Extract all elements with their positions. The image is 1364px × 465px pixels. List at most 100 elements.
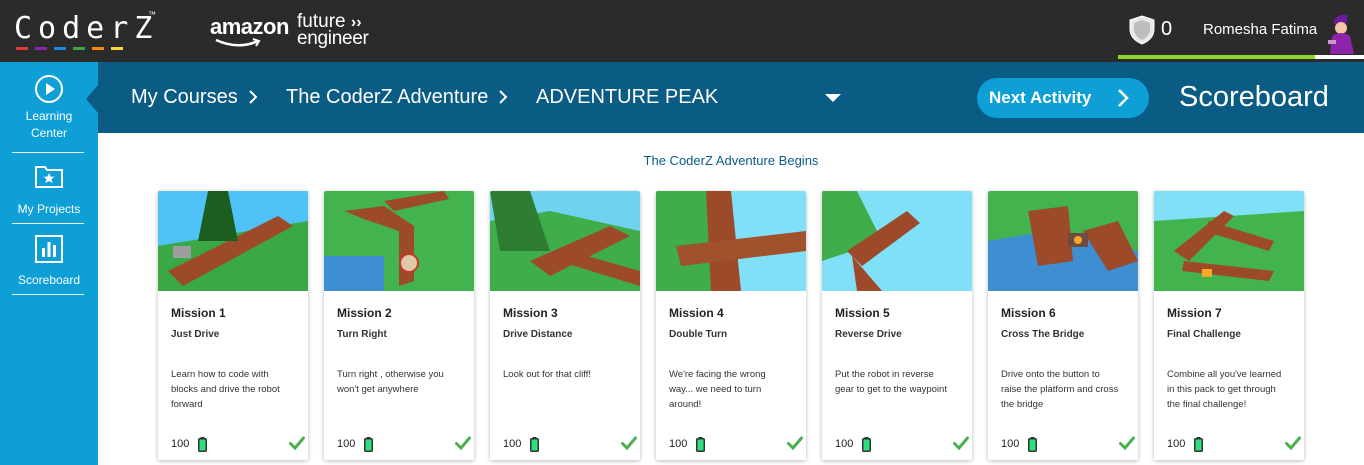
sidebar-label: My Projects xyxy=(17,202,81,216)
mission-subtitle: Double Turn xyxy=(669,329,728,340)
logo-trademark: ™ xyxy=(148,10,156,19)
mission-subtitle: Reverse Drive xyxy=(835,329,902,340)
logo-color-bars xyxy=(16,47,158,50)
mission-score: 100 xyxy=(503,438,522,450)
sidebar-divider xyxy=(12,294,84,295)
mission-thumbnail xyxy=(656,191,806,291)
top-bar: CoderZ ™ amazon future ›› engineer 0 Rom… xyxy=(0,0,1364,62)
mission-score: 100 xyxy=(1001,438,1020,450)
mission-title: Mission 1 xyxy=(171,306,226,320)
battery-icon xyxy=(364,437,373,452)
mission-title: Mission 6 xyxy=(1001,306,1056,320)
mission-card[interactable]: Mission 2 Turn Right Turn right , otherwis… xyxy=(324,191,474,460)
mission-card[interactable]: Mission 1 Just Drive Learn how to code wit… xyxy=(158,191,308,460)
breadcrumb-course[interactable]: The CoderZ Adventure xyxy=(286,86,488,109)
mission-title: Mission 3 xyxy=(503,306,558,320)
amazon-smile-icon xyxy=(215,38,261,47)
mission-description-line: Drive onto the button to xyxy=(1001,369,1100,380)
mission-description-line: Look out for that cliff! xyxy=(503,369,592,380)
mission-card[interactable]: Mission 5 Reverse Drive Put the robot in r… xyxy=(822,191,972,460)
mission-subtitle: Final Challenge xyxy=(1167,329,1241,340)
chevron-right-icon xyxy=(499,90,508,104)
sidebar-item-scoreboard[interactable]: Scoreboard xyxy=(0,234,98,289)
mission-description-line: way... we need to turn xyxy=(669,384,762,395)
battery-icon xyxy=(530,437,539,452)
mission-description: Put the robot in reverse gear to get to t… xyxy=(835,367,963,397)
battery-icon xyxy=(862,437,871,452)
active-item-notch xyxy=(86,85,98,113)
mission-card[interactable]: Mission 3 Drive Distance Look out for that… xyxy=(490,191,640,460)
amazon-wordmark: amazon xyxy=(210,14,289,39)
play-circle-icon xyxy=(35,75,63,103)
sidebar-label: Scoreboard xyxy=(17,273,81,287)
checkmark-icon xyxy=(787,436,803,450)
chevron-right-icon xyxy=(1118,89,1129,107)
mission-thumbnail xyxy=(490,191,640,291)
mission-description: Look out for that cliff! xyxy=(503,367,631,382)
checkmark-icon xyxy=(289,436,305,450)
logo-bar xyxy=(35,47,47,50)
mission-description-line: Put the robot in reverse xyxy=(835,369,934,380)
checkmark-icon xyxy=(455,436,471,450)
mission-description-line: Combine all you've learned xyxy=(1167,369,1282,380)
sidebar-divider xyxy=(12,223,84,224)
mission-description-line: Learn how to code with xyxy=(171,369,269,380)
mission-card[interactable]: Mission 7 Final Challenge Combine all you'… xyxy=(1154,191,1304,460)
sidebar-item-my-projects[interactable]: My Projects xyxy=(0,162,98,218)
mission-description-line: the bridge xyxy=(1001,399,1044,410)
next-activity-label: Next Activity xyxy=(989,88,1092,107)
mission-description-line: in this pack to get through xyxy=(1167,384,1276,395)
mission-score: 100 xyxy=(669,438,688,450)
logo-bar xyxy=(111,47,123,50)
checkmark-icon xyxy=(1285,436,1301,450)
xp-progress-track xyxy=(1315,55,1364,59)
mission-description-line: raise the platform and cross xyxy=(1001,384,1119,395)
mission-subtitle: Turn Right xyxy=(337,329,387,340)
logo-bar xyxy=(73,47,85,50)
avatar[interactable] xyxy=(1322,10,1358,54)
mission-title: Mission 5 xyxy=(835,306,890,320)
mission-card[interactable]: Mission 6 Cross The Bridge Drive onto the … xyxy=(988,191,1138,460)
mission-description-line: forward xyxy=(171,399,203,410)
bar-chart-icon xyxy=(35,235,63,263)
breadcrumb: My Courses The CoderZ Adventure ADVENTUR… xyxy=(98,62,1364,133)
sidebar-label: Learning Center xyxy=(25,109,73,140)
shield-icon xyxy=(1129,15,1155,45)
checkmark-icon xyxy=(953,436,969,450)
logo-text: CoderZ xyxy=(14,11,159,46)
mission-description: Combine all you've learned in this pack t… xyxy=(1167,367,1295,412)
mission-description-line: the final challenge! xyxy=(1167,399,1247,410)
mission-thumbnail xyxy=(158,191,308,291)
user-name[interactable]: Romesha Fatima xyxy=(1203,21,1317,38)
left-sidebar: Learning Center My Projects Scoreboard xyxy=(0,62,98,465)
mission-score: 100 xyxy=(1167,438,1186,450)
battery-icon xyxy=(1028,437,1037,452)
coderz-logo[interactable]: CoderZ ™ xyxy=(14,10,159,52)
logo-bar xyxy=(92,47,104,50)
mission-card[interactable]: Mission 4 Double Turn We're facing the wro… xyxy=(656,191,806,460)
breadcrumb-pack-dropdown[interactable]: ADVENTURE PEAK xyxy=(536,86,718,109)
engineer-word: engineer xyxy=(297,28,369,49)
sidebar-item-learning-center[interactable]: Learning Center xyxy=(0,74,98,142)
next-activity-button[interactable]: Next Activity xyxy=(977,78,1149,118)
checkmark-icon xyxy=(1119,436,1135,450)
mission-description-line: We're facing the wrong xyxy=(669,369,766,380)
mission-description-line: won't get anywhere xyxy=(337,384,419,395)
chevron-down-icon[interactable] xyxy=(825,94,841,102)
checkmark-icon xyxy=(621,436,637,450)
battery-icon xyxy=(198,437,207,452)
mission-score: 100 xyxy=(835,438,854,450)
mission-thumbnail xyxy=(324,191,474,291)
mission-description-line: Turn right , otherwise you xyxy=(337,369,444,380)
battery-icon xyxy=(696,437,705,452)
mission-description-line: gear to get to the waypoint xyxy=(835,384,947,395)
logo-bar xyxy=(16,47,28,50)
chevron-right-icon xyxy=(249,90,258,104)
page-title: Scoreboard xyxy=(1179,81,1329,113)
mission-description: Turn right , otherwise you won't get anyw… xyxy=(337,367,465,397)
breadcrumb-my-courses[interactable]: My Courses xyxy=(131,86,238,109)
mission-description-line: blocks and drive the robot xyxy=(171,384,280,395)
mission-title: Mission 4 xyxy=(669,306,724,320)
xp-progress-fill xyxy=(1118,55,1315,59)
section-title: The CoderZ Adventure Begins xyxy=(643,153,819,168)
